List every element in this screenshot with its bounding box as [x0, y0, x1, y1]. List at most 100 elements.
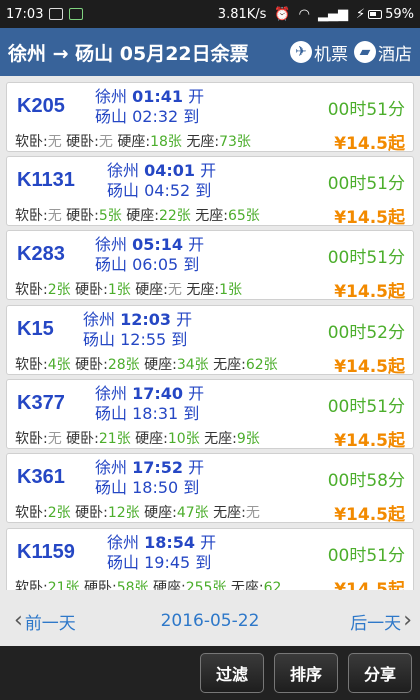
departure-time: 01:41	[132, 87, 184, 106]
departure-station: 徐州	[95, 235, 128, 254]
train-card[interactable]: K1159 徐州 18:54 开砀山 19:45 到 00时51分 软卧:21张 硬卧…	[6, 528, 414, 590]
seat-type-label: 硬座:	[144, 505, 177, 521]
departure-time: 18:54	[144, 533, 196, 552]
train-card[interactable]: K15 徐州 12:03 开砀山 12:55 到 00时52分 软卧:4张 硬卧:28…	[6, 305, 414, 377]
departure-station: 徐州	[95, 384, 128, 403]
train-times: 徐州 04:01 开砀山 04:52 到	[107, 161, 216, 201]
seat-type-label: 无座:	[213, 357, 246, 373]
train-number: K283	[17, 243, 65, 265]
seat-availability: 软卧:21张 硬卧:58张 硬座:255张 无座:62	[15, 577, 281, 590]
seat-count: 2张	[47, 505, 71, 521]
hotel-button[interactable]: ▰ 酒店	[354, 40, 412, 65]
seat-count: 65张	[227, 208, 260, 224]
seat-type-label: 无座:	[186, 134, 220, 150]
train-card[interactable]: K283 徐州 05:14 开砀山 06:05 到 00时51分 软卧:2张 硬卧:1…	[6, 230, 414, 302]
seat-type-label: 硬卧:	[84, 580, 117, 590]
departure-station: 徐州	[83, 310, 116, 329]
travel-duration: 00时51分	[327, 174, 405, 194]
seat-count: 21张	[47, 580, 80, 590]
seat-availability: 软卧:4张 硬卧:28张 硬座:34张 无座:62张	[15, 354, 278, 374]
next-day-label: 后一天	[350, 613, 402, 634]
arrival-station: 砀山	[95, 404, 128, 423]
arrival-word: 到	[183, 478, 200, 497]
seat-type-label: 无座:	[186, 282, 220, 298]
signal-icon: ▂▄▆	[317, 6, 348, 22]
seat-count: 4张	[47, 357, 71, 373]
hotel-icon: ▰	[354, 41, 376, 63]
seat-count: 73张	[219, 134, 251, 150]
train-times: 徐州 01:41 开砀山 02:32 到	[95, 87, 204, 127]
train-number: K361	[17, 466, 65, 488]
arrival-station: 砀山	[95, 478, 128, 497]
share-button[interactable]: 分享	[348, 653, 412, 693]
app-header: 徐州 → 砀山 05月22日余票 ✈ 机票 ▰ 酒店	[0, 28, 420, 76]
seat-type-label: 硬卧:	[75, 505, 108, 521]
seat-type-label: 无座:	[213, 505, 246, 521]
sort-button[interactable]: 排序	[274, 653, 338, 693]
seat-count: 62	[263, 580, 282, 590]
seat-type-label: 硬座:	[126, 208, 159, 224]
seat-type-label: 硬卧:	[75, 357, 108, 373]
seat-type-label: 硬卧:	[75, 282, 108, 298]
train-number: K1131	[17, 169, 75, 191]
price-label: ¥14.5起	[334, 357, 405, 377]
seat-count: 58张	[116, 580, 149, 590]
arrival-time: 06:05	[132, 255, 179, 274]
train-card[interactable]: K205 徐州 01:41 开砀山 02:32 到 00时51分 软卧:无 硬卧:无 …	[6, 82, 414, 154]
seat-type-label: 无座:	[230, 580, 264, 590]
arrival-station: 砀山	[83, 330, 116, 349]
wifi-icon: ◠	[298, 6, 310, 22]
arrival-word: 到	[183, 255, 200, 274]
seat-type-label: 无座:	[195, 208, 228, 224]
seat-count: 62张	[245, 357, 278, 373]
arrival-time: 19:45	[144, 553, 191, 572]
seat-count: 28张	[107, 357, 140, 373]
status-time: 17:03	[6, 6, 44, 22]
seat-type-label: 软卧:	[15, 580, 48, 590]
train-times: 徐州 05:14 开砀山 06:05 到	[95, 235, 204, 275]
arrival-time: 12:55	[120, 330, 167, 349]
arrival-word: 到	[183, 107, 200, 126]
departure-station: 徐州	[107, 161, 140, 180]
seat-type-label: 硬座:	[144, 357, 177, 373]
arrival-time: 18:50	[132, 478, 179, 497]
seat-type-label: 软卧:	[15, 134, 48, 150]
departure-word: 开	[188, 458, 205, 477]
seat-count: 21张	[98, 431, 131, 447]
seat-type-label: 软卧:	[15, 357, 48, 373]
seat-count: 12张	[107, 505, 140, 521]
filter-button[interactable]: 过滤	[200, 653, 264, 693]
arrival-station: 砀山	[95, 107, 128, 126]
travel-duration: 00时52分	[327, 323, 405, 343]
seat-type-label: 软卧:	[15, 282, 48, 298]
price-label: ¥14.5起	[334, 505, 405, 525]
page-title: 徐州 → 砀山 05月22日余票	[8, 42, 249, 65]
travel-duration: 00时51分	[327, 546, 405, 566]
train-list[interactable]: K205 徐州 01:41 开砀山 02:32 到 00时51分 软卧:无 硬卧:无 …	[0, 76, 420, 590]
seat-type-label: 软卧:	[15, 208, 48, 224]
image-notification-icon	[49, 8, 64, 20]
departure-word: 开	[200, 161, 217, 180]
seat-type-label: 软卧:	[15, 505, 48, 521]
train-card[interactable]: K377 徐州 17:40 开砀山 18:31 到 00时51分 软卧:无 硬卧:21…	[6, 379, 414, 451]
flight-button-label: 机票	[314, 44, 348, 65]
alarm-icon: ⏰	[274, 6, 291, 22]
train-card[interactable]: K361 徐州 17:52 开砀山 18:50 到 00时58分 软卧:2张 硬卧:1…	[6, 453, 414, 525]
seat-type-label: 硬卧:	[66, 431, 99, 447]
seat-type-label: 硬座:	[117, 134, 151, 150]
seat-count: 10张	[167, 431, 200, 447]
next-day-button[interactable]: 后一天 ›	[350, 609, 412, 634]
seat-count: 无	[47, 208, 62, 224]
seat-availability: 软卧:无 硬卧:5张 硬座:22张 无座:65张	[15, 205, 260, 225]
train-card[interactable]: K1131 徐州 04:01 开砀山 04:52 到 00时51分 软卧:无 硬卧:5…	[6, 156, 414, 228]
seat-count: 1张	[219, 282, 242, 298]
hotel-button-label: 酒店	[378, 44, 412, 65]
seat-availability: 软卧:2张 硬卧:1张 硬座:无 无座:1张	[15, 279, 242, 299]
seat-type-label: 硬座:	[135, 431, 168, 447]
travel-duration: 00时51分	[327, 248, 405, 268]
arrival-station: 砀山	[107, 181, 140, 200]
arrival-time: 04:52	[144, 181, 191, 200]
arrival-station: 砀山	[107, 553, 140, 572]
seat-count: 无	[167, 282, 182, 298]
flight-button[interactable]: ✈ 机票	[290, 40, 348, 65]
